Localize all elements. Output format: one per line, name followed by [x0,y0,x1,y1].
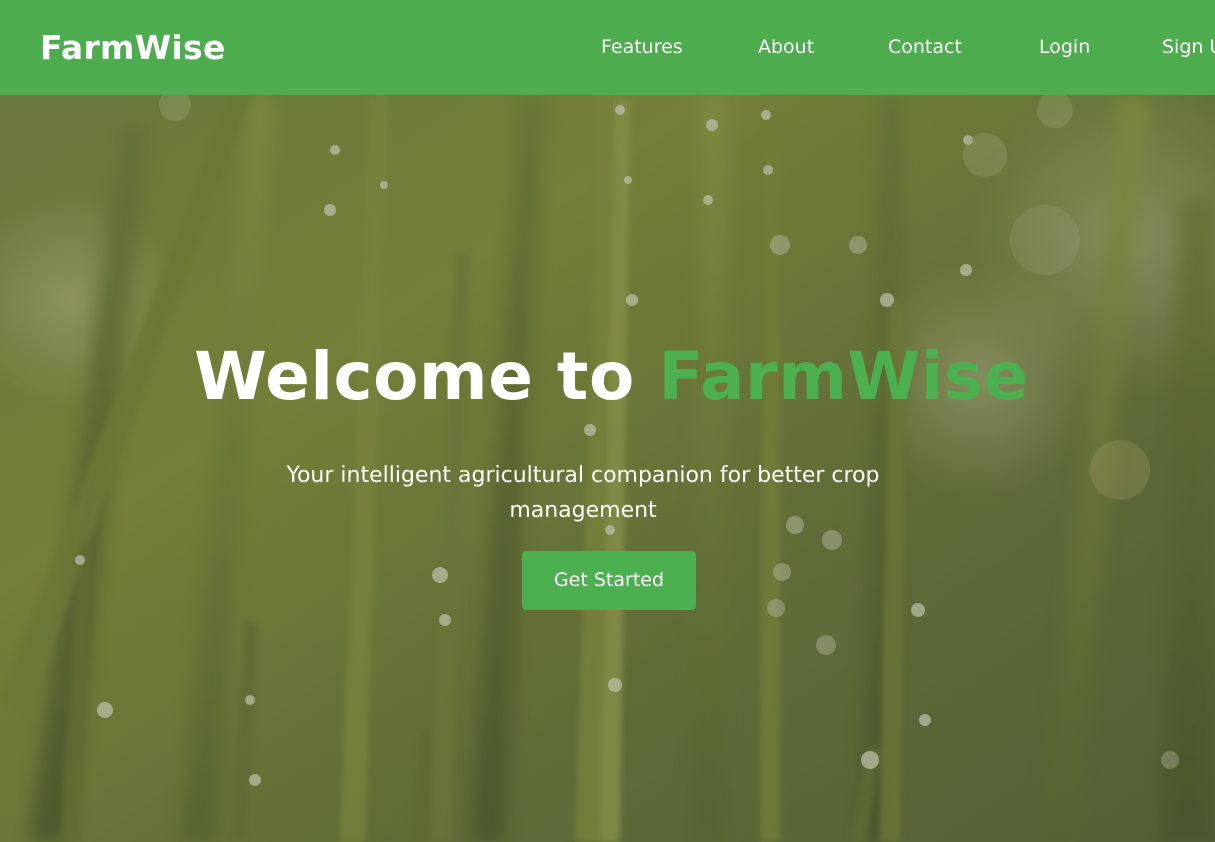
hero-title-prefix: Welcome to [194,338,635,415]
nav-link-contact[interactable]: Contact [888,36,962,58]
brand-logo[interactable]: FarmWise [40,28,226,67]
nav-link-features[interactable]: Features [601,36,683,58]
top-navbar: FarmWise Features About Contact Login Si… [0,0,1215,95]
get-started-button[interactable]: Get Started [522,551,696,610]
nav-link-login[interactable]: Login [1039,36,1090,58]
landing-page: FarmWise Features About Contact Login Si… [0,0,1215,842]
nav-link-sign-up[interactable]: Sign Up [1162,36,1215,58]
hero-title-accent: FarmWise [658,338,1029,415]
hero-overlay [0,0,1215,842]
hero-title: Welcome to FarmWise [0,338,1215,415]
hero-subtitle: Your intelligent agricultural companion … [286,463,880,523]
nav-link-about[interactable]: About [758,36,814,58]
